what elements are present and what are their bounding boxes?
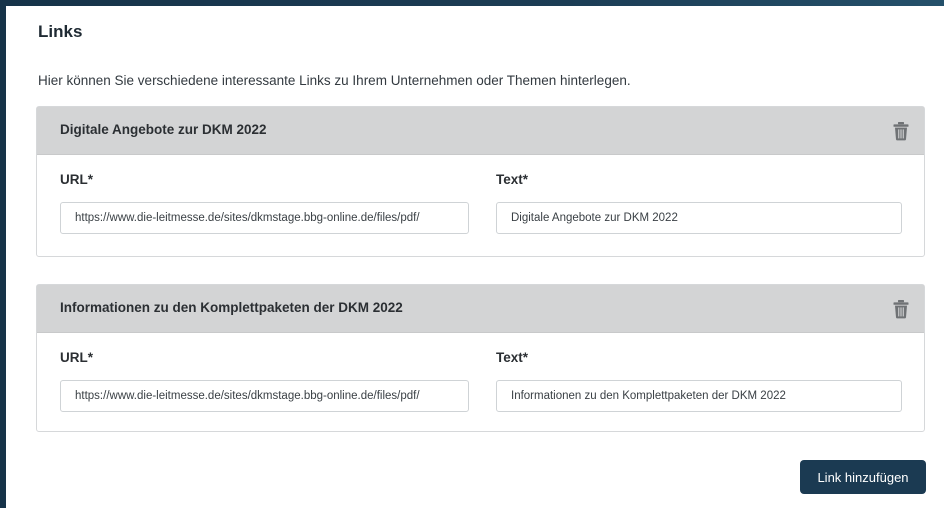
link-card-header: Informationen zu den Komplettpaketen der… xyxy=(37,285,924,333)
link-card: Informationen zu den Komplettpaketen der… xyxy=(36,284,925,432)
text-label: Text* xyxy=(496,172,529,187)
trash-icon[interactable] xyxy=(892,299,910,319)
add-link-button[interactable]: Link hinzufügen xyxy=(800,460,926,494)
url-input[interactable] xyxy=(60,202,469,234)
url-label: URL* xyxy=(60,350,93,365)
section-intro: Hier können Sie verschiedene interessant… xyxy=(38,73,631,88)
links-section: Links Hier können Sie verschiedene inter… xyxy=(6,6,944,508)
section-title: Links xyxy=(38,22,83,41)
link-card-header: Digitale Angebote zur DKM 2022 xyxy=(37,107,924,155)
url-label: URL* xyxy=(60,172,93,187)
link-card-title: Informationen zu den Komplettpaketen der… xyxy=(60,300,403,315)
url-input[interactable] xyxy=(60,380,469,412)
text-label: Text* xyxy=(496,350,529,365)
link-text-input[interactable] xyxy=(496,380,902,412)
link-card: Digitale Angebote zur DKM 2022 URL* Text… xyxy=(36,106,925,257)
link-card-title: Digitale Angebote zur DKM 2022 xyxy=(60,122,267,137)
trash-icon[interactable] xyxy=(892,121,910,141)
link-text-input[interactable] xyxy=(496,202,902,234)
